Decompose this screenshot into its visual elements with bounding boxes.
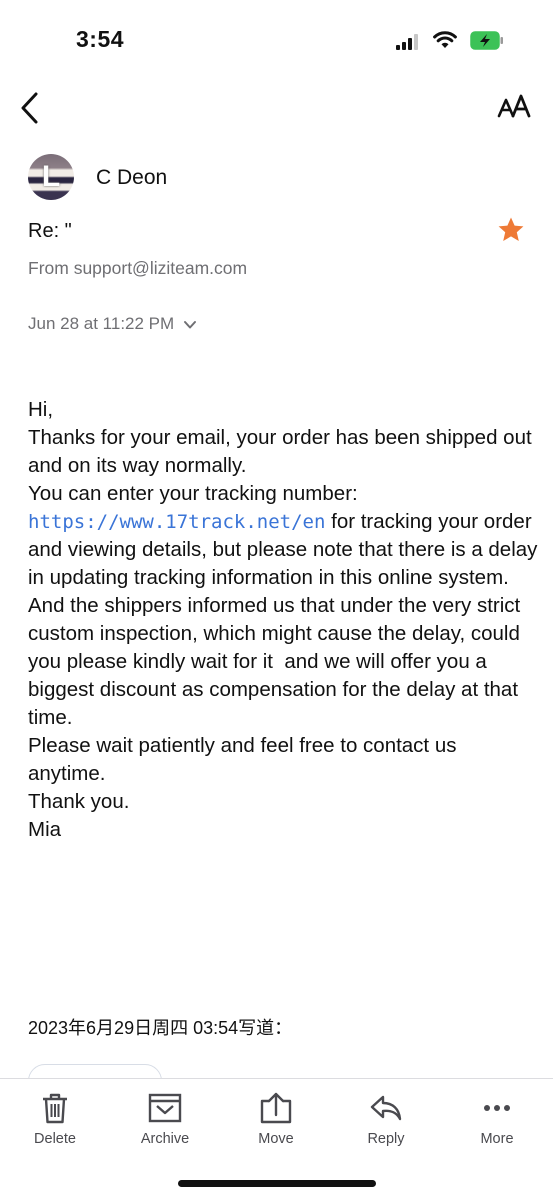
sender-name[interactable]: C Deon xyxy=(96,166,167,190)
text-size-icon xyxy=(497,94,531,118)
avatar[interactable]: L xyxy=(28,154,74,200)
move-button[interactable]: Move xyxy=(231,1091,321,1161)
text-size-button[interactable] xyxy=(496,90,532,124)
more-label: More xyxy=(480,1131,514,1147)
reply-icon xyxy=(370,1095,402,1121)
status-time: 3:54 xyxy=(76,26,125,52)
quote-header: 2023年6月29日周四 03:54写道： xyxy=(28,1018,293,1038)
nav-bar xyxy=(0,80,553,136)
move-to-folder-icon xyxy=(260,1092,292,1124)
chevron-down-icon xyxy=(183,320,196,329)
body-after-link: for tracking your order and viewing deta… xyxy=(28,510,538,841)
message-body: Hi, Thanks for your email, your order ha… xyxy=(28,396,538,844)
battery-charging-icon xyxy=(470,31,503,50)
archive-button[interactable]: Archive xyxy=(120,1091,210,1161)
body-intro: Hi, Thanks for your email, your order ha… xyxy=(28,398,532,505)
back-button[interactable] xyxy=(16,88,46,128)
status-bar: 3:54 xyxy=(0,0,553,80)
date-toggle[interactable]: Jun 28 at 11:22 PM xyxy=(28,314,197,334)
reply-label: Reply xyxy=(367,1131,405,1147)
move-label: Move xyxy=(258,1131,294,1147)
avatar-letter: L xyxy=(41,160,61,193)
home-indicator[interactable] xyxy=(178,1180,376,1187)
chevron-left-icon xyxy=(21,92,38,124)
reply-button[interactable]: Reply xyxy=(341,1091,431,1161)
archive-label: Archive xyxy=(140,1131,190,1147)
more-button[interactable]: More xyxy=(452,1091,542,1161)
subject-line: Re: " xyxy=(28,220,72,242)
star-icon xyxy=(498,217,524,241)
wifi-icon xyxy=(433,31,457,48)
from-address[interactable]: From support@liziteam.com xyxy=(28,258,247,279)
star-button[interactable] xyxy=(496,215,526,245)
cellular-signal-icon xyxy=(396,34,422,50)
tracking-link[interactable]: https://www.17track.net/en xyxy=(28,511,325,533)
delete-button[interactable]: Delete xyxy=(10,1091,100,1161)
delete-label: Delete xyxy=(34,1131,76,1147)
trash-icon xyxy=(43,1093,67,1124)
archive-icon xyxy=(148,1093,182,1123)
more-dots-icon xyxy=(484,1105,510,1111)
message-date: Jun 28 at 11:22 PM xyxy=(28,314,175,333)
